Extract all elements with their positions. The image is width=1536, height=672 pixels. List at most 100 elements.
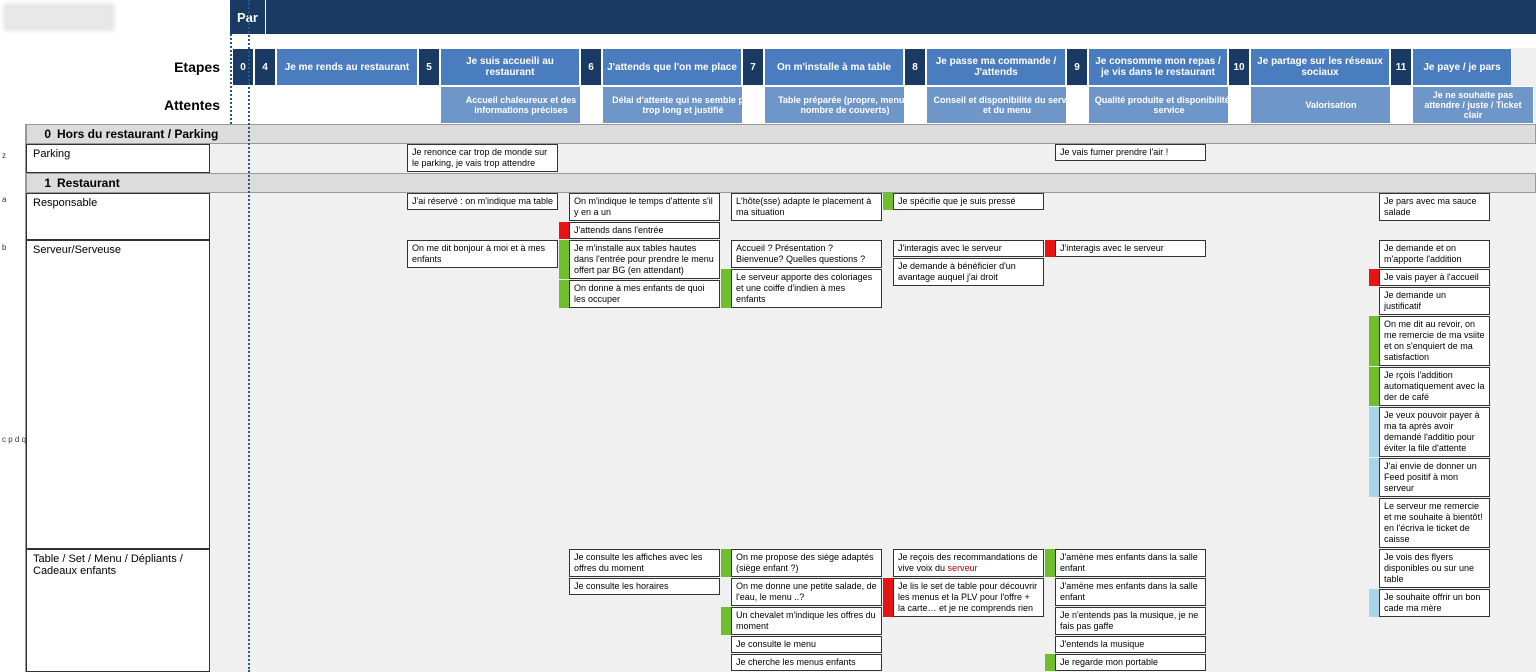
note-card: Je spécifie que je suis pressé [883, 193, 1044, 210]
note-tag [1369, 193, 1379, 221]
note-tag [721, 607, 731, 635]
stage-number: 7 [742, 48, 764, 86]
note-tag [1369, 240, 1379, 268]
note-text: J'entends la musique [1055, 636, 1206, 653]
note-card: Je consulte les affiches avec les offres… [559, 549, 720, 577]
note-tag [721, 240, 731, 268]
note-card: Je souhaite offrir un bon cade ma mère [1369, 589, 1490, 617]
note-text: Le serveur apporte des coloriages et une… [731, 269, 882, 308]
stage-title: Je paye / je pars [1412, 48, 1512, 86]
note-text: On me donne une petite salade, de l'eau,… [731, 578, 882, 606]
note-text: On donne à mes enfants de quoi les occup… [569, 280, 720, 308]
note-text: Je n'entends pas la musique, je ne fais … [1055, 607, 1206, 635]
note-tag [559, 549, 569, 577]
attente-text: Délai d'attente qui ne semble pas trop l… [602, 86, 764, 124]
stage-number: 5 [418, 48, 440, 86]
note-text: Je vois des flyers disponibles ou sur un… [1379, 549, 1490, 588]
row-label: Serveur/Serveuse [26, 240, 210, 549]
note-tag [883, 549, 893, 577]
note-card: On me propose des siège adaptés (siège e… [721, 549, 882, 577]
note-text: On m'indique le temps d'attente s'il y e… [569, 193, 720, 221]
note-tag [1369, 367, 1379, 406]
stage-number: 6 [580, 48, 602, 86]
note-card: Je lis le set de table pour découvrir le… [883, 578, 1044, 617]
note-text: Je veux pouvoir payer à ma ta après avoi… [1379, 407, 1490, 457]
attente-text [276, 86, 440, 124]
row-label: Table / Set / Menu / Dépliants / Cadeaux… [26, 549, 210, 672]
note-card: Je reçois des recommandations de vive vo… [883, 549, 1044, 577]
note-text: J'ai envie de donner un Feed positif à m… [1379, 458, 1490, 497]
grid-row: ParkingJe renonce car trop de monde sur … [26, 144, 1536, 173]
stage-number: 9 [1066, 48, 1088, 86]
note-tag [559, 222, 569, 239]
note-card: Je regarde mon portable [1045, 654, 1206, 671]
note-text: J'interagis avec le serveur [893, 240, 1044, 257]
note-text: Je vais payer à l'accueil [1379, 269, 1490, 286]
note-card: Je rçois l'addition automatiquement avec… [1369, 367, 1490, 406]
note-tag [721, 654, 731, 671]
attentes-label: Attentes [0, 86, 230, 124]
note-card: Le serveur me remercie et me souhaite à … [1369, 498, 1490, 548]
note-text: Je reçois des recommandations de vive vo… [893, 549, 1044, 577]
note-text: Je spécifie que je suis pressé [893, 193, 1044, 210]
note-text: On me dit bonjour à moi et à mes enfants [407, 240, 558, 268]
note-tag [1369, 269, 1379, 286]
note-card: J'interagis avec le serveur [883, 240, 1044, 257]
note-tag [397, 193, 407, 210]
note-tag [1369, 498, 1379, 548]
note-tag [1045, 549, 1055, 577]
note-text: J'amène mes enfants dans la salle enfant [1055, 549, 1206, 577]
header-rows: Etapes Attentes 04Je me rends au restaur… [0, 34, 1536, 124]
note-text: J'attends dans l'entrée [569, 222, 720, 239]
note-tag [721, 193, 731, 221]
stage-title: Je consomme mon repas / je vis dans le r… [1088, 48, 1228, 86]
note-card: Je consulte le menu [721, 636, 882, 653]
note-tag [1045, 654, 1055, 671]
row-id: c p d q r [0, 433, 25, 553]
note-card: J'ai envie de donner un Feed positif à m… [1369, 458, 1490, 497]
note-text: On me propose des siège adaptés (siège e… [731, 549, 882, 577]
note-tag [1045, 578, 1055, 606]
note-card: Je n'entends pas la musique, je ne fais … [1045, 607, 1206, 635]
note-card: On m'indique le temps d'attente s'il y e… [559, 193, 720, 221]
note-card: Je m'installe aux tables hautes dans l'e… [559, 240, 720, 279]
attente-text: Table préparée (propre, menus, nombre de… [764, 86, 926, 124]
note-tag [1369, 407, 1379, 457]
par-cell: Par [230, 0, 266, 34]
note-tag [1045, 636, 1055, 653]
note-tag [1045, 607, 1055, 635]
note-tag [397, 144, 407, 172]
attente-text: Conseil et disponibilité du serveur et d… [926, 86, 1088, 124]
note-text: Je vais fumer prendre l'air ! [1055, 144, 1206, 161]
note-text: Je rçois l'addition automatiquement avec… [1379, 367, 1490, 406]
note-tag [1369, 549, 1379, 588]
note-text: Je souhaite offrir un bon cade ma mère [1379, 589, 1490, 617]
stage-title: Je passe ma commande / J'attends [926, 48, 1066, 86]
note-text: Je consulte les affiches avec les offres… [569, 549, 720, 577]
note-card: Je pars avec ma sauce salade [1369, 193, 1490, 221]
note-text: J'ai réservé : on m'indique ma table [407, 193, 558, 210]
note-text: Je m'installe aux tables hautes dans l'e… [569, 240, 720, 279]
note-card: J'entends la musique [1045, 636, 1206, 653]
note-tag [721, 578, 731, 606]
note-card: On me dit bonjour à moi et à mes enfants [397, 240, 558, 268]
attente-text: Qualité produite et disponibilité du ser… [1088, 86, 1250, 124]
note-card: Je renonce car trop de monde sur le park… [397, 144, 558, 172]
note-text: Je demande et on m'apporte l'addition [1379, 240, 1490, 268]
note-text: Je renonce car trop de monde sur le park… [407, 144, 558, 172]
note-tag [721, 269, 731, 308]
note-text: Je pars avec ma sauce salade [1379, 193, 1490, 221]
row-id: a [0, 193, 25, 241]
grid-row: ResponsableJ'ai réservé : on m'indique m… [26, 193, 1536, 240]
note-tag [1045, 144, 1055, 161]
stage-number: 8 [904, 48, 926, 86]
note-tag [883, 193, 893, 210]
note-card: Je demande et on m'apporte l'addition [1369, 240, 1490, 268]
stage-title: Je me rends au restaurant [276, 48, 418, 86]
section-header: 1Restaurant [26, 173, 1536, 193]
note-tag [883, 258, 893, 286]
note-tag [559, 240, 569, 279]
note-card: Je consulte les horaires [559, 578, 720, 595]
note-card: Je cherche les menus enfants [721, 654, 882, 671]
note-card: Je veux pouvoir payer à ma ta après avoi… [1369, 407, 1490, 457]
